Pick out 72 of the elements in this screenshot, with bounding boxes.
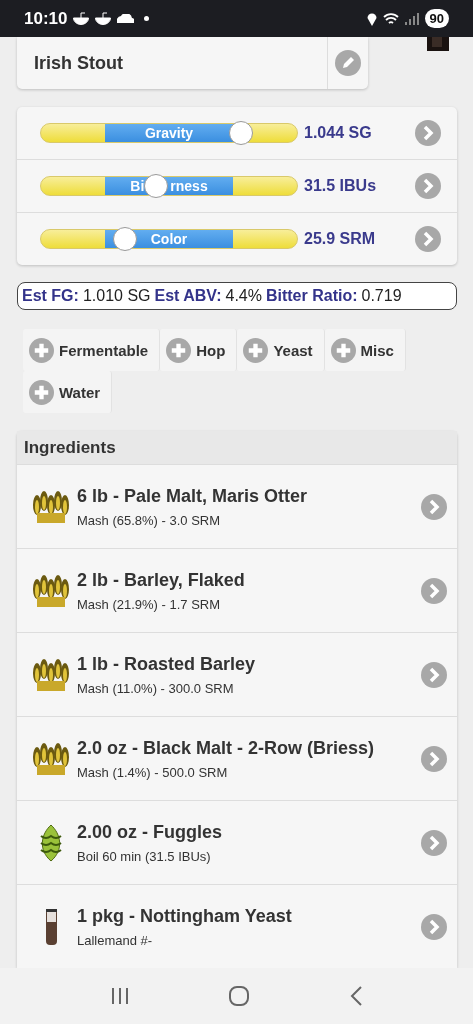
back-icon[interactable] <box>349 986 364 1006</box>
grain-icon <box>33 488 69 525</box>
bowl-icon <box>95 12 112 25</box>
location-icon <box>366 11 377 26</box>
ingredient-row[interactable]: 6 lb - Pale Malt, Maris Otter Mash (65.8%) - 3.0 SRM <box>17 464 457 548</box>
ingredient-row[interactable]: 2 lb - Barley, Flaked Mash (21.9%) - 1.7 SRM <box>17 548 457 632</box>
vial-icon <box>45 908 57 945</box>
panel-title: Ingredients <box>17 431 457 464</box>
stat-value: 1.010 SG <box>82 287 151 305</box>
status-time: 10:10 <box>24 8 68 29</box>
recents-icon[interactable] <box>109 987 130 1005</box>
pencil-icon <box>335 50 361 76</box>
slider-thumb[interactable] <box>144 174 169 198</box>
chevron-icon[interactable] <box>415 226 441 252</box>
chevron-icon[interactable] <box>421 913 447 940</box>
slider-reading: 31.5 IBUs <box>304 177 378 195</box>
ingredient-row[interactable]: 2.0 oz - Black Malt - 2-Row (Briess) Mash (1.4%) - 500.0 SRM <box>17 716 457 800</box>
ingredient-detail: Mash (1.4%) - 500.0 SRM <box>77 764 229 780</box>
grain-icon <box>33 740 69 777</box>
signal-icon <box>404 12 419 25</box>
ingredient-name: 2.0 oz - Black Malt - 2-Row (Briess) <box>77 737 376 759</box>
slider-label: rness <box>170 178 208 194</box>
plus-icon <box>330 337 356 363</box>
ingredient-detail: Mash (65.8%) - 3.0 SRM <box>77 512 222 528</box>
chevron-icon[interactable] <box>421 577 447 604</box>
home-icon[interactable] <box>229 986 250 1006</box>
grain-icon <box>33 572 69 609</box>
wifi-icon <box>382 12 399 25</box>
ingredient-name: 1 pkg - Nottingham Yeast <box>77 905 293 927</box>
ingredient-row[interactable]: 1 lb - Roasted Barley Mash (11.0%) - 300.0 SRM <box>17 632 457 716</box>
stat-value: 4.4% <box>225 287 262 305</box>
add-button[interactable]: Hop <box>160 329 238 371</box>
slider-thumb[interactable] <box>113 227 138 251</box>
chevron-icon[interactable] <box>415 120 441 146</box>
recipe-name: Irish Stout <box>33 52 124 74</box>
dot-icon <box>144 16 150 21</box>
chevron-icon[interactable] <box>421 745 447 772</box>
ingredient-detail: Mash (11.0%) - 300.0 SRM <box>77 680 235 696</box>
ingredient-detail: Boil 60 min (31.5 IBUs) <box>77 848 212 864</box>
plus-icon <box>243 337 269 363</box>
ingredient-name: 2.00 oz - Fuggles <box>77 821 224 843</box>
stat-value: 0.719 <box>361 287 402 305</box>
add-button[interactable]: Yeast <box>237 329 325 371</box>
ingredient-name: 1 lb - Roasted Barley <box>77 653 257 675</box>
stat-label: Bitter Ratio: <box>265 287 358 305</box>
cloud-icon <box>117 14 135 23</box>
slider-label: Gravity <box>144 125 194 141</box>
add-button[interactable]: Fermentable <box>23 329 161 371</box>
ingredient-detail: Lallemand #- <box>77 932 154 948</box>
stat-label: Est FG: <box>22 287 79 305</box>
ingredient-name: 6 lb - Pale Malt, Maris Otter <box>77 485 309 507</box>
bowl-icon <box>73 12 90 25</box>
slider-label: Color <box>150 231 188 247</box>
ingredient-detail: Mash (21.9%) - 1.7 SRM <box>77 596 222 612</box>
chevron-icon[interactable] <box>421 661 447 688</box>
chevron-icon[interactable] <box>415 173 441 199</box>
add-button[interactable]: Misc <box>324 329 406 371</box>
battery-level: 90 <box>424 9 449 28</box>
ingredient-row[interactable]: 2.00 oz - Fuggles Boil 60 min (31.5 IBUs) <box>17 800 457 884</box>
chevron-icon[interactable] <box>421 829 447 856</box>
slider-label: Bi <box>130 178 145 194</box>
ingredient-name: 2 lb - Barley, Flaked <box>77 569 246 591</box>
chevron-icon[interactable] <box>421 493 447 520</box>
plus-icon <box>29 379 54 405</box>
slider-reading: 25.9 SRM <box>304 230 377 248</box>
grain-icon <box>33 656 69 693</box>
plus-icon <box>29 337 54 363</box>
slider-thumb[interactable] <box>228 121 253 145</box>
slider-reading: 1.044 SG <box>304 124 373 142</box>
plus-icon <box>166 337 192 363</box>
stat-label: Est ABV: <box>154 287 222 305</box>
add-button[interactable]: Water <box>23 371 113 413</box>
